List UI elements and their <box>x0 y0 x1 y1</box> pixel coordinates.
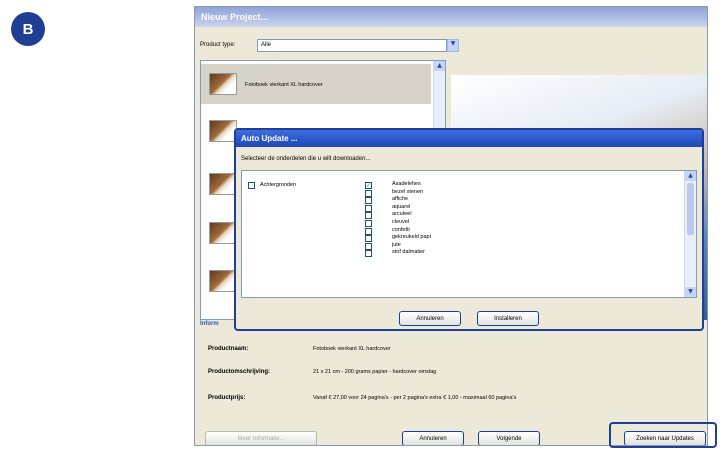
product-type-label: Product type: <box>200 42 236 48</box>
product-thumbnail <box>209 222 237 244</box>
root-checkbox[interactable] <box>248 182 255 189</box>
scroll-up-icon[interactable]: ▲ <box>685 171 696 181</box>
update-item-checkbox[interactable]: ✓ <box>365 182 372 189</box>
product-description-value: 21 x 21 cm - 200 grams papier - hardcove… <box>313 369 437 375</box>
product-name-value: Fotoboek vierkant XL hardcover <box>313 346 391 352</box>
dialog-title: Auto Update ... <box>236 130 702 147</box>
update-item-label: Asadelehes <box>392 181 421 187</box>
update-item-checkbox[interactable] <box>365 235 372 243</box>
update-item-label: bezel stenen <box>392 188 424 195</box>
next-button[interactable]: Volgende <box>478 431 540 445</box>
update-items-list[interactable]: Achtergronden ✓ Asadelehes bezel stenen aff… <box>241 170 697 298</box>
info-tab[interactable]: Inform <box>200 321 219 327</box>
update-item-checkbox[interactable] <box>365 212 372 220</box>
dialog-instruction: Selecteer de onderdelen die u wilt downl… <box>241 156 371 162</box>
chevron-down-icon[interactable]: ▼ <box>447 39 459 52</box>
update-item-label: stof dalmatier <box>392 249 426 256</box>
step-badge: B <box>11 12 45 46</box>
update-item-checkbox[interactable] <box>365 227 372 235</box>
product-type-select[interactable]: Alle <box>257 39 447 52</box>
update-item-checkbox[interactable] <box>365 242 372 250</box>
update-item-label: gekreukeld papi <box>392 234 431 241</box>
find-updates-highlight <box>609 422 717 448</box>
window-title: Nieuw Project... <box>195 7 707 27</box>
cancel-button[interactable]: Annuleren <box>402 431 464 445</box>
install-button[interactable]: Installeren <box>477 311 539 326</box>
update-item-checkbox[interactable] <box>365 204 372 212</box>
root-label: Achtergronden <box>260 182 297 188</box>
update-item-checkbox[interactable] <box>365 189 372 197</box>
update-item-checkbox[interactable] <box>365 220 372 227</box>
product-price-value: Vanaf € 27,00 voor 24 pagina's - per 2 p… <box>313 395 517 401</box>
dialog-cancel-button[interactable]: Annuleren <box>399 311 461 326</box>
update-item-label: cleuvel <box>392 219 410 225</box>
update-item-label: arcuteel <box>392 211 412 218</box>
product-label: Fotoboek vierkant XL hardcover <box>245 82 323 88</box>
update-item-label: jute <box>392 241 401 248</box>
update-list-scrollbar[interactable]: ▲ ▼ <box>684 171 696 297</box>
product-thumbnail <box>209 73 237 95</box>
update-item-label: affiche <box>392 196 409 203</box>
product-thumbnail <box>209 120 237 142</box>
scrollbar-thumb[interactable] <box>687 183 694 235</box>
product-description-label: Productomschrijving: <box>208 369 271 375</box>
more-info-button[interactable]: Meer Informatie... <box>205 431 317 445</box>
scroll-up-icon[interactable]: ▲ <box>434 61 445 71</box>
list-item[interactable]: Fotoboek vierkant XL hardcover <box>201 64 431 104</box>
product-name-label: Productnaam: <box>208 346 249 352</box>
product-thumbnail <box>209 270 237 292</box>
update-item-checkbox[interactable] <box>365 197 372 205</box>
product-price-label: Productprijs: <box>208 395 246 401</box>
update-item-label: confetti <box>392 226 410 233</box>
update-item-label: aquarel <box>392 203 411 210</box>
scroll-down-icon[interactable]: ▼ <box>685 287 696 297</box>
auto-update-dialog: Auto Update ... Selecteer de onderdelen … <box>234 128 704 331</box>
update-item-checkbox[interactable] <box>365 250 372 258</box>
product-thumbnail <box>209 173 237 195</box>
